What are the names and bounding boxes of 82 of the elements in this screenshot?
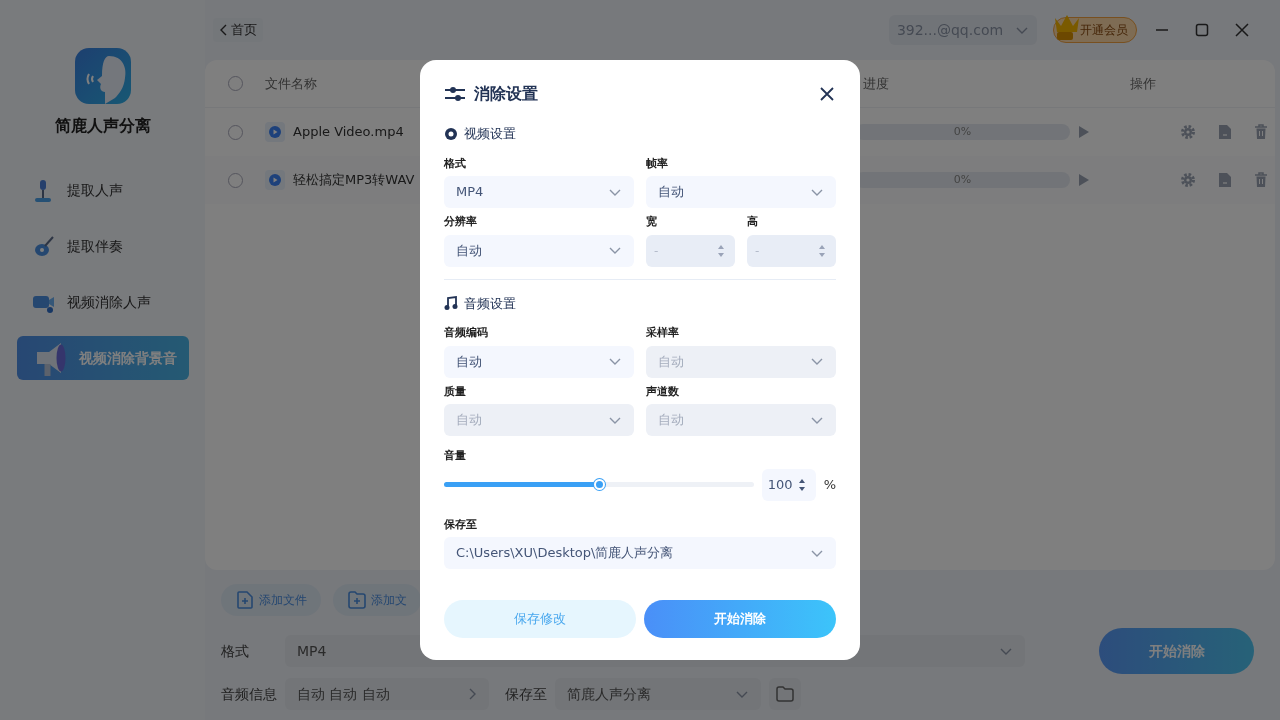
start-button[interactable]: 开始消除	[1099, 628, 1254, 674]
vip-button[interactable]: 开通会员	[1053, 17, 1137, 43]
app-logo	[74, 48, 131, 104]
start-button[interactable]: 开始消除	[644, 600, 836, 638]
document-icon[interactable]	[1218, 124, 1232, 140]
field-label: 分辨率	[444, 214, 478, 230]
audio-info-field[interactable]: 自动 自动 自动	[285, 678, 489, 710]
unit-label: %	[823, 475, 836, 494]
save-to-dropdown[interactable]: 简鹿人声分离	[555, 678, 761, 710]
spinner-arrows-icon[interactable]	[717, 243, 725, 258]
close-button[interactable]	[818, 85, 836, 103]
save-path-dropdown[interactable]: C:\Users\XU\Desktop\简鹿人声分离	[444, 537, 836, 569]
save-to-label: 保存至	[505, 684, 547, 704]
column-header: 操作	[1130, 74, 1156, 93]
volume-slider[interactable]	[444, 482, 754, 487]
chevron-down-icon	[608, 246, 622, 255]
chevron-down-icon	[1015, 25, 1030, 35]
add-button[interactable]: 添加文	[333, 584, 421, 616]
sidebar-item[interactable]: 提取人声	[16, 168, 189, 212]
sidebar-item[interactable]: 视频消除背景音	[16, 336, 189, 380]
trash-icon[interactable]	[1254, 172, 1268, 188]
open-folder-button[interactable]	[769, 678, 801, 710]
column-header: 进度	[863, 74, 889, 93]
row-radio[interactable]	[227, 124, 243, 140]
field-label: 保存至	[444, 516, 478, 533]
sidebar-item[interactable]: 视频消除人声	[16, 280, 189, 324]
play-circle-icon	[444, 126, 458, 141]
folder-icon	[775, 685, 795, 703]
save-button[interactable]: 保存修改	[444, 600, 636, 638]
app-name: 简鹿人声分离	[54, 115, 151, 137]
field-label: 格式	[444, 155, 467, 172]
trash-icon[interactable]	[1254, 124, 1268, 140]
close-icon	[1235, 23, 1249, 37]
chevron-left-icon	[219, 24, 227, 36]
add-button[interactable]: 添加文件	[221, 584, 321, 616]
file-name: Apple Video.mp4	[293, 123, 404, 142]
chevron-down-icon	[810, 415, 824, 425]
spinner-arrows-icon[interactable]	[818, 243, 826, 258]
field-label: 高	[747, 214, 759, 230]
file-add-icon	[235, 590, 255, 610]
field-label: 音频编码	[444, 325, 489, 341]
chevron-down-icon	[735, 689, 749, 699]
chevron-down-icon	[810, 548, 824, 558]
chevron-down-icon	[608, 415, 622, 425]
settings-icon[interactable]	[1180, 124, 1196, 140]
chevron-down-icon	[810, 187, 824, 197]
close-icon	[820, 87, 834, 101]
audio-info-label: 音频信息	[221, 684, 277, 704]
field-label: 采样率	[646, 325, 680, 341]
sidebar-item[interactable]: 提取伴奏	[16, 224, 189, 268]
file-name: 轻松搞定MP3转WAV	[293, 171, 415, 190]
section-title: 视频设置	[464, 125, 516, 143]
select-all-radio[interactable]	[227, 76, 243, 91]
folder-add-icon	[347, 590, 367, 610]
chevron-down-icon	[999, 646, 1013, 656]
section-title: 音频设置	[464, 294, 516, 313]
format-label: 格式	[221, 641, 249, 661]
field-label: 音量	[444, 448, 467, 464]
select-field[interactable]: 自动	[444, 345, 634, 378]
chevron-down-icon	[608, 187, 622, 197]
play-icon[interactable]	[1078, 125, 1090, 139]
field-label: 帧率	[646, 155, 669, 172]
music-note-icon	[444, 296, 458, 311]
spinner-arrows-icon	[798, 477, 807, 492]
chevron-down-icon	[810, 357, 824, 366]
column-header: 文件名称	[265, 74, 317, 93]
document-icon[interactable]	[1218, 172, 1232, 188]
sliders-icon	[444, 86, 466, 102]
row-radio[interactable]	[227, 172, 243, 188]
volume-input[interactable]: 100	[761, 468, 816, 501]
maximize-icon	[1195, 23, 1209, 37]
play-icon[interactable]	[1078, 173, 1090, 187]
field-label: 质量	[444, 383, 467, 400]
chevron-right-icon	[469, 688, 477, 700]
field-label: 宽	[646, 214, 658, 230]
chevron-down-icon	[608, 357, 622, 366]
settings-icon[interactable]	[1180, 172, 1196, 188]
select-field[interactable]: MP4	[444, 176, 634, 208]
select-field[interactable]: 自动	[444, 234, 634, 267]
dialog-title: 消除设置	[474, 83, 538, 105]
field-label: 声道数	[646, 383, 680, 400]
select-field[interactable]: 自动	[646, 176, 836, 208]
